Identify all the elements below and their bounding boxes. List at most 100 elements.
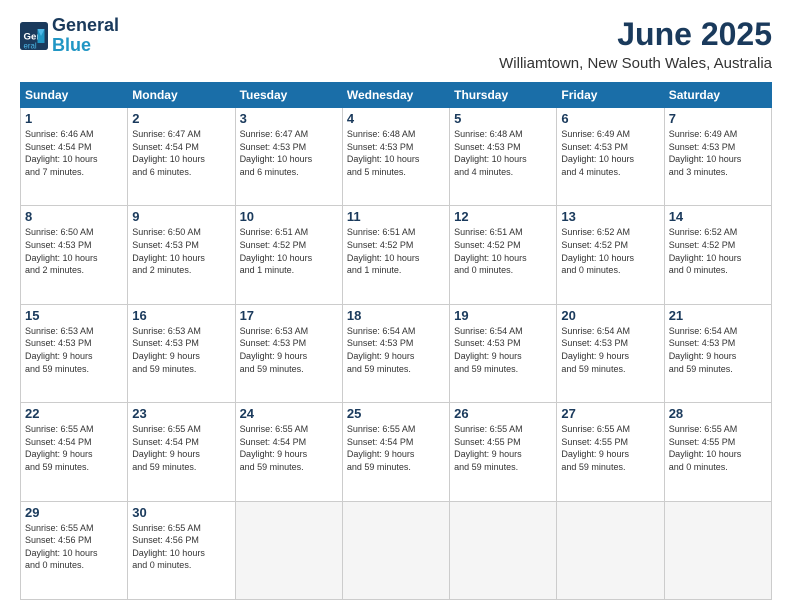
day-number: 3 xyxy=(240,111,338,126)
table-row xyxy=(235,501,342,599)
header-tuesday: Tuesday xyxy=(235,83,342,108)
table-row: 4 Sunrise: 6:48 AM Sunset: 4:53 PM Daylig… xyxy=(342,108,449,206)
day-number: 5 xyxy=(454,111,552,126)
day-info: Sunrise: 6:55 AM Sunset: 4:55 PM Dayligh… xyxy=(454,423,552,473)
day-info: Sunrise: 6:47 AM Sunset: 4:53 PM Dayligh… xyxy=(240,128,338,178)
table-row: 15 Sunrise: 6:53 AM Sunset: 4:53 PM Dayli… xyxy=(21,304,128,402)
day-number: 10 xyxy=(240,209,338,224)
day-info: Sunrise: 6:53 AM Sunset: 4:53 PM Dayligh… xyxy=(240,325,338,375)
table-row: 14Sunrise: 6:52 AM Sunset: 4:52 PM Dayli… xyxy=(664,206,771,304)
day-info: Sunrise: 6:53 AM Sunset: 4:53 PM Dayligh… xyxy=(25,325,123,375)
day-info: Sunrise: 6:54 AM Sunset: 4:53 PM Dayligh… xyxy=(561,325,659,375)
table-row: 18 Sunrise: 6:54 AM Sunset: 4:53 PM Dayli… xyxy=(342,304,449,402)
day-number: 12 xyxy=(454,209,552,224)
day-number: 18 xyxy=(347,308,445,323)
day-info: Sunrise: 6:51 AM Sunset: 4:52 PM Dayligh… xyxy=(454,226,552,276)
day-info: Sunrise: 6:54 AM Sunset: 4:53 PM Dayligh… xyxy=(347,325,445,375)
day-number: 27 xyxy=(561,406,659,421)
table-row xyxy=(342,501,449,599)
logo-text: GeneralBlue xyxy=(52,16,119,56)
table-row: 30Sunrise: 6:55 AM Sunset: 4:56 PM Dayli… xyxy=(128,501,235,599)
day-number: 21 xyxy=(669,308,767,323)
table-row: 3 Sunrise: 6:47 AM Sunset: 4:53 PM Daylig… xyxy=(235,108,342,206)
day-number: 4 xyxy=(347,111,445,126)
table-row xyxy=(557,501,664,599)
main-title: June 2025 xyxy=(499,16,772,53)
table-row: 17 Sunrise: 6:53 AM Sunset: 4:53 PM Dayli… xyxy=(235,304,342,402)
day-info: Sunrise: 6:55 AM Sunset: 4:54 PM Dayligh… xyxy=(132,423,230,473)
day-info: Sunrise: 6:52 AM Sunset: 4:52 PM Dayligh… xyxy=(669,226,767,276)
day-info: Sunrise: 6:51 AM Sunset: 4:52 PM Dayligh… xyxy=(240,226,338,276)
day-number: 28 xyxy=(669,406,767,421)
table-row: 1 Sunrise: 6:46 AM Sunset: 4:54 PM Daylig… xyxy=(21,108,128,206)
day-number: 23 xyxy=(132,406,230,421)
day-info: Sunrise: 6:53 AM Sunset: 4:53 PM Dayligh… xyxy=(132,325,230,375)
table-row: 21 Sunrise: 6:54 AM Sunset: 4:53 PM Dayli… xyxy=(664,304,771,402)
day-number: 20 xyxy=(561,308,659,323)
day-number: 6 xyxy=(561,111,659,126)
day-number: 30 xyxy=(132,505,230,520)
day-number: 1 xyxy=(25,111,123,126)
header-saturday: Saturday xyxy=(664,83,771,108)
day-info: Sunrise: 6:47 AM Sunset: 4:54 PM Dayligh… xyxy=(132,128,230,178)
day-info: Sunrise: 6:50 AM Sunset: 4:53 PM Dayligh… xyxy=(132,226,230,276)
logo: Gen eral GeneralBlue xyxy=(20,16,119,56)
subtitle: Williamtown, New South Wales, Australia xyxy=(499,55,772,72)
title-block: June 2025 Williamtown, New South Wales, … xyxy=(499,16,772,72)
day-number: 15 xyxy=(25,308,123,323)
day-number: 16 xyxy=(132,308,230,323)
day-info: Sunrise: 6:49 AM Sunset: 4:53 PM Dayligh… xyxy=(669,128,767,178)
table-row: 23 Sunrise: 6:55 AM Sunset: 4:54 PM Dayli… xyxy=(128,403,235,501)
day-number: 29 xyxy=(25,505,123,520)
table-row: 7 Sunrise: 6:49 AM Sunset: 4:53 PM Daylig… xyxy=(664,108,771,206)
day-info: Sunrise: 6:50 AM Sunset: 4:53 PM Dayligh… xyxy=(25,226,123,276)
header-friday: Friday xyxy=(557,83,664,108)
day-info: Sunrise: 6:54 AM Sunset: 4:53 PM Dayligh… xyxy=(669,325,767,375)
day-info: Sunrise: 6:55 AM Sunset: 4:55 PM Dayligh… xyxy=(669,423,767,473)
table-row: 19 Sunrise: 6:54 AM Sunset: 4:53 PM Dayli… xyxy=(450,304,557,402)
day-number: 11 xyxy=(347,209,445,224)
table-row xyxy=(450,501,557,599)
table-row: 22 Sunrise: 6:55 AM Sunset: 4:54 PM Dayli… xyxy=(21,403,128,501)
table-row xyxy=(664,501,771,599)
table-row: 27Sunrise: 6:55 AM Sunset: 4:55 PM Dayli… xyxy=(557,403,664,501)
day-number: 8 xyxy=(25,209,123,224)
day-number: 19 xyxy=(454,308,552,323)
table-row: 26 Sunrise: 6:55 AM Sunset: 4:55 PM Dayli… xyxy=(450,403,557,501)
table-row: 11 Sunrise: 6:51 AM Sunset: 4:52 PM Dayli… xyxy=(342,206,449,304)
day-info: Sunrise: 6:51 AM Sunset: 4:52 PM Dayligh… xyxy=(347,226,445,276)
table-row: 24Sunrise: 6:55 AM Sunset: 4:54 PM Dayli… xyxy=(235,403,342,501)
day-number: 17 xyxy=(240,308,338,323)
day-info: Sunrise: 6:46 AM Sunset: 4:54 PM Dayligh… xyxy=(25,128,123,178)
day-info: Sunrise: 6:55 AM Sunset: 4:54 PM Dayligh… xyxy=(347,423,445,473)
day-number: 13 xyxy=(561,209,659,224)
day-info: Sunrise: 6:52 AM Sunset: 4:52 PM Dayligh… xyxy=(561,226,659,276)
day-info: Sunrise: 6:48 AM Sunset: 4:53 PM Dayligh… xyxy=(454,128,552,178)
table-row: 13 Sunrise: 6:52 AM Sunset: 4:52 PM Dayli… xyxy=(557,206,664,304)
table-row: 28 Sunrise: 6:55 AM Sunset: 4:55 PM Dayli… xyxy=(664,403,771,501)
day-number: 7 xyxy=(669,111,767,126)
day-info: Sunrise: 6:55 AM Sunset: 4:54 PM Dayligh… xyxy=(25,423,123,473)
table-row: 9Sunrise: 6:50 AM Sunset: 4:53 PM Daylig… xyxy=(128,206,235,304)
table-row: 12 Sunrise: 6:51 AM Sunset: 4:52 PM Dayli… xyxy=(450,206,557,304)
weekday-header-row: Sunday Monday Tuesday Wednesday Thursday… xyxy=(21,83,772,108)
header-monday: Monday xyxy=(128,83,235,108)
day-number: 22 xyxy=(25,406,123,421)
table-row: 16 Sunrise: 6:53 AM Sunset: 4:53 PM Dayli… xyxy=(128,304,235,402)
day-number: 26 xyxy=(454,406,552,421)
header-sunday: Sunday xyxy=(21,83,128,108)
table-row: 25 Sunrise: 6:55 AM Sunset: 4:54 PM Dayli… xyxy=(342,403,449,501)
day-info: Sunrise: 6:55 AM Sunset: 4:54 PM Dayligh… xyxy=(240,423,338,473)
header: Gen eral GeneralBlue June 2025 Williamto… xyxy=(20,16,772,72)
logo-icon: Gen eral xyxy=(20,22,48,50)
calendar-table: Sunday Monday Tuesday Wednesday Thursday… xyxy=(20,82,772,600)
day-info: Sunrise: 6:55 AM Sunset: 4:56 PM Dayligh… xyxy=(25,522,123,572)
day-info: Sunrise: 6:54 AM Sunset: 4:53 PM Dayligh… xyxy=(454,325,552,375)
header-thursday: Thursday xyxy=(450,83,557,108)
table-row: 6Sunrise: 6:49 AM Sunset: 4:53 PM Daylig… xyxy=(557,108,664,206)
day-info: Sunrise: 6:48 AM Sunset: 4:53 PM Dayligh… xyxy=(347,128,445,178)
table-row: 20 Sunrise: 6:54 AM Sunset: 4:53 PM Dayli… xyxy=(557,304,664,402)
table-row: 10 Sunrise: 6:51 AM Sunset: 4:52 PM Dayli… xyxy=(235,206,342,304)
page: Gen eral GeneralBlue June 2025 Williamto… xyxy=(0,0,792,612)
day-number: 25 xyxy=(347,406,445,421)
